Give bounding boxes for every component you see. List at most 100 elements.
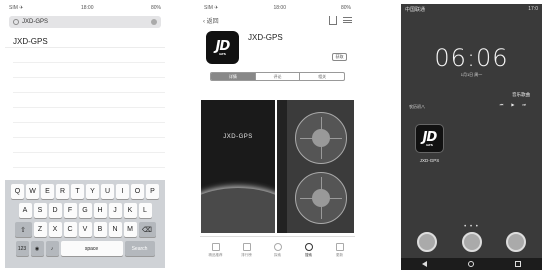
menu-icon[interactable] [343, 17, 352, 23]
keyboard-row-4: 123 ◉ ♪ space Search [7, 241, 163, 256]
star-icon [211, 243, 220, 251]
divider [13, 78, 165, 93]
keyboard: Q W E R T Y U I O P A S D F G H J K L ⇧ … [5, 180, 165, 268]
app-icon-jxd-gps[interactable]: JD GPS [415, 124, 444, 153]
search-input[interactable]: JXD-GPS [9, 16, 161, 28]
status-bar: 中国联通 17:0 [401, 4, 542, 14]
tab-updates[interactable]: 更新 [324, 237, 355, 264]
tab-label: 探索 [274, 253, 281, 257]
divider [13, 153, 165, 168]
jd-logo-icon: JD GPS [422, 130, 438, 147]
jd-logo-icon: JD GPS [215, 39, 231, 56]
key-r[interactable]: R [56, 184, 69, 199]
key-f[interactable]: F [63, 203, 77, 218]
key-q[interactable]: Q [11, 184, 24, 199]
suggestion-item[interactable]: JXD-GPS [5, 34, 165, 48]
key-w[interactable]: W [26, 184, 39, 199]
screenshot-1[interactable]: JXD-GPS [201, 100, 275, 233]
list-icon [242, 243, 251, 251]
space-key[interactable]: space [60, 241, 123, 256]
dock-phone-icon[interactable] [417, 232, 437, 252]
play-icon[interactable]: ▶ [511, 102, 514, 107]
key-d[interactable]: D [48, 203, 62, 218]
search-icon [304, 243, 313, 251]
back-label: 返回 [206, 18, 219, 25]
status-bar: SIM ✈ 18:00 80% [5, 4, 165, 13]
carrier-label: SIM ✈ [9, 5, 24, 11]
screenshot-2[interactable] [277, 100, 354, 233]
share-icon[interactable] [329, 15, 337, 25]
previous-icon[interactable]: ⏮ [500, 102, 504, 107]
key-m[interactable]: M [123, 222, 137, 237]
shift-key[interactable]: ⇧ [14, 222, 32, 237]
music-controls: ⏮ ▶ ⏭ [500, 102, 526, 107]
key-p[interactable]: P [146, 184, 159, 199]
keyboard-row-2: A S D F G H J K L [7, 203, 163, 218]
earth-image [201, 188, 275, 233]
carrier-label: SIM ✈ [204, 5, 219, 11]
get-button[interactable]: 获取 [332, 53, 347, 61]
key-g[interactable]: G [78, 203, 92, 218]
home-icon[interactable] [467, 261, 474, 267]
carrier-label: 中国联通 [405, 7, 426, 13]
tab-featured[interactable]: 精品推荐 [200, 237, 231, 264]
key-c[interactable]: C [63, 222, 77, 237]
lunar-date: 农历初八 [409, 104, 425, 109]
back-icon[interactable] [421, 261, 427, 267]
tab-label: 排行榜 [241, 253, 252, 257]
time-label: 17:0 [528, 6, 538, 12]
joystick-bottom [295, 172, 347, 224]
next-icon[interactable]: ⏭ [522, 102, 526, 107]
tab-explore[interactable]: 探索 [262, 237, 293, 264]
key-a[interactable]: A [18, 203, 32, 218]
battery-label: 80% [150, 5, 161, 11]
home-screen: 中国联通 17:0 06:06 1月1日 周一 农历初八 音乐歌曲 ⏮ ▶ ⏭ … [401, 4, 542, 270]
segment-reviews[interactable]: 评论 [256, 73, 301, 80]
app-header: JD GPS JXD-GPS 获取 [200, 27, 355, 71]
tab-label: 精品推荐 [208, 253, 223, 257]
compass-icon [273, 243, 282, 251]
search-query: JXD-GPS [22, 19, 49, 25]
key-k[interactable]: K [123, 203, 137, 218]
numbers-key[interactable]: 123 [15, 241, 29, 256]
key-i[interactable]: I [116, 184, 129, 199]
divider [13, 48, 165, 63]
key-y[interactable]: Y [86, 184, 99, 199]
divider [13, 63, 165, 78]
divider [13, 123, 165, 138]
nav-bar: ‹ 返回 [200, 13, 355, 27]
dock-contacts-icon[interactable] [461, 232, 482, 252]
key-t[interactable]: T [71, 184, 84, 199]
mic-key[interactable]: ♪ [45, 241, 59, 256]
key-o[interactable]: O [131, 184, 144, 199]
segment-details[interactable]: 详情 [211, 73, 256, 80]
control-sidebar [277, 100, 287, 233]
key-j[interactable]: J [108, 203, 122, 218]
key-s[interactable]: S [33, 203, 47, 218]
segment-related[interactable]: 相关 [300, 73, 344, 80]
app-icon: JD GPS [206, 31, 239, 64]
app-name: JXD-GPS [248, 33, 283, 42]
tab-label: 搜索 [305, 253, 312, 257]
key-h[interactable]: H [93, 203, 107, 218]
key-l[interactable]: L [138, 203, 152, 218]
key-n[interactable]: N [108, 222, 122, 237]
clock-widget[interactable]: 06:06 [401, 44, 542, 72]
key-u[interactable]: U [101, 184, 114, 199]
key-e[interactable]: E [41, 184, 54, 199]
key-b[interactable]: B [93, 222, 107, 237]
delete-key[interactable]: ⌫ [138, 222, 156, 237]
download-icon [335, 243, 344, 251]
key-v[interactable]: V [78, 222, 92, 237]
dock-camera-icon[interactable] [506, 232, 526, 252]
clear-icon[interactable] [151, 19, 157, 25]
search-key[interactable]: Search [124, 241, 155, 256]
time-label: 18:00 [80, 5, 94, 11]
key-z[interactable]: Z [33, 222, 47, 237]
recents-icon[interactable] [515, 261, 522, 267]
tab-search[interactable]: 搜索 [293, 237, 324, 264]
back-button[interactable]: ‹ 返回 [203, 16, 219, 25]
key-x[interactable]: X [48, 222, 62, 237]
globe-key[interactable]: ◉ [30, 241, 44, 256]
tab-charts[interactable]: 排行榜 [231, 237, 262, 264]
